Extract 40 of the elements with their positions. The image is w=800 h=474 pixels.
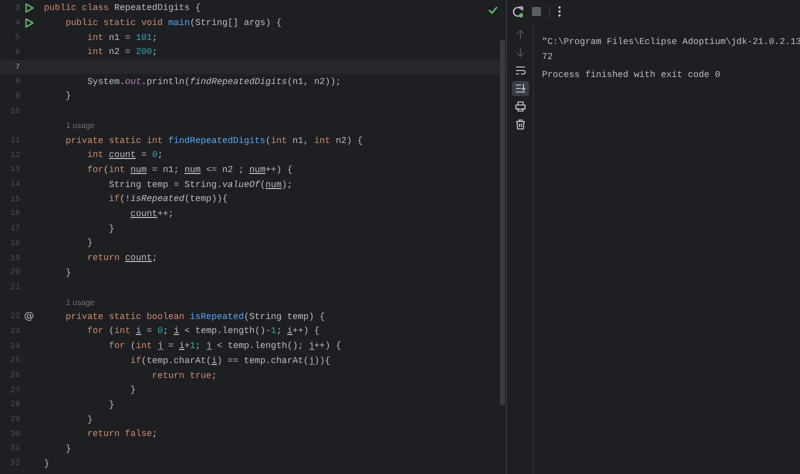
process-exit-message: Process finished with exit code 0 <box>542 70 722 82</box>
code-line: return true; <box>151 370 217 381</box>
code-line: String temp = String.valueOf(num); <box>108 180 292 190</box>
checkmark-icon[interactable] <box>488 6 498 14</box>
override-marker[interactable]: @ <box>24 312 34 322</box>
code-line: } <box>86 238 93 248</box>
run-icon[interactable] <box>24 3 34 14</box>
code-line: } <box>64 268 72 278</box>
code-line: private static boolean isRepeated(String temp) { <box>64 312 325 322</box>
code-line: public class RepeatedDigits { <box>44 3 201 14</box>
code-line: int n2 = 200; <box>86 47 158 58</box>
code-line: if(temp.charAt(i) == temp.charAt(j)){ <box>129 356 330 366</box>
console-output-line: 72 <box>542 52 554 64</box>
usage-hint[interactable]: 1 usage <box>66 121 94 130</box>
scroll-to-end-icon[interactable] <box>512 81 528 96</box>
run-icon[interactable] <box>24 18 34 28</box>
code-line: if(!isRepeated(temp)){ <box>108 194 228 204</box>
code-line: } <box>64 444 72 454</box>
more-icon[interactable] <box>558 6 561 17</box>
code-line: return count; <box>86 253 158 264</box>
code-line: int n1 = 101; <box>86 32 158 43</box>
code-line: } <box>44 458 50 469</box>
usage-hint[interactable]: 1 usage <box>66 298 94 307</box>
code-line: count++; <box>129 208 174 219</box>
code-line: } <box>108 224 114 234</box>
code-line: public static void main(String[] args) { <box>64 18 282 28</box>
line-number: 7 <box>14 62 20 72</box>
rerun-icon[interactable] <box>512 6 524 18</box>
code-line: } <box>86 414 93 425</box>
scrollbar-thumb[interactable] <box>500 40 505 405</box>
code-line: for (int j = i+1; j < temp.length(); j++) { <box>108 341 342 352</box>
code-line: private static int findRepeatedDigits(int n1, int n2) { <box>64 136 363 146</box>
code-line: System.out.println(findRepeatedDigits(n1, n2)); <box>86 76 342 87</box>
code-line: for(int num = n1; num <= n2 ; num++) { <box>86 164 292 175</box>
code-line: return false; <box>86 429 158 440</box>
code-line: } <box>64 91 72 102</box>
code-line: for (int i = 0; i < temp.length()-1; i++) { <box>86 326 320 336</box>
code-line: int count = 0; <box>86 150 163 160</box>
code-line: } <box>108 400 114 410</box>
code-line: } <box>129 385 136 396</box>
